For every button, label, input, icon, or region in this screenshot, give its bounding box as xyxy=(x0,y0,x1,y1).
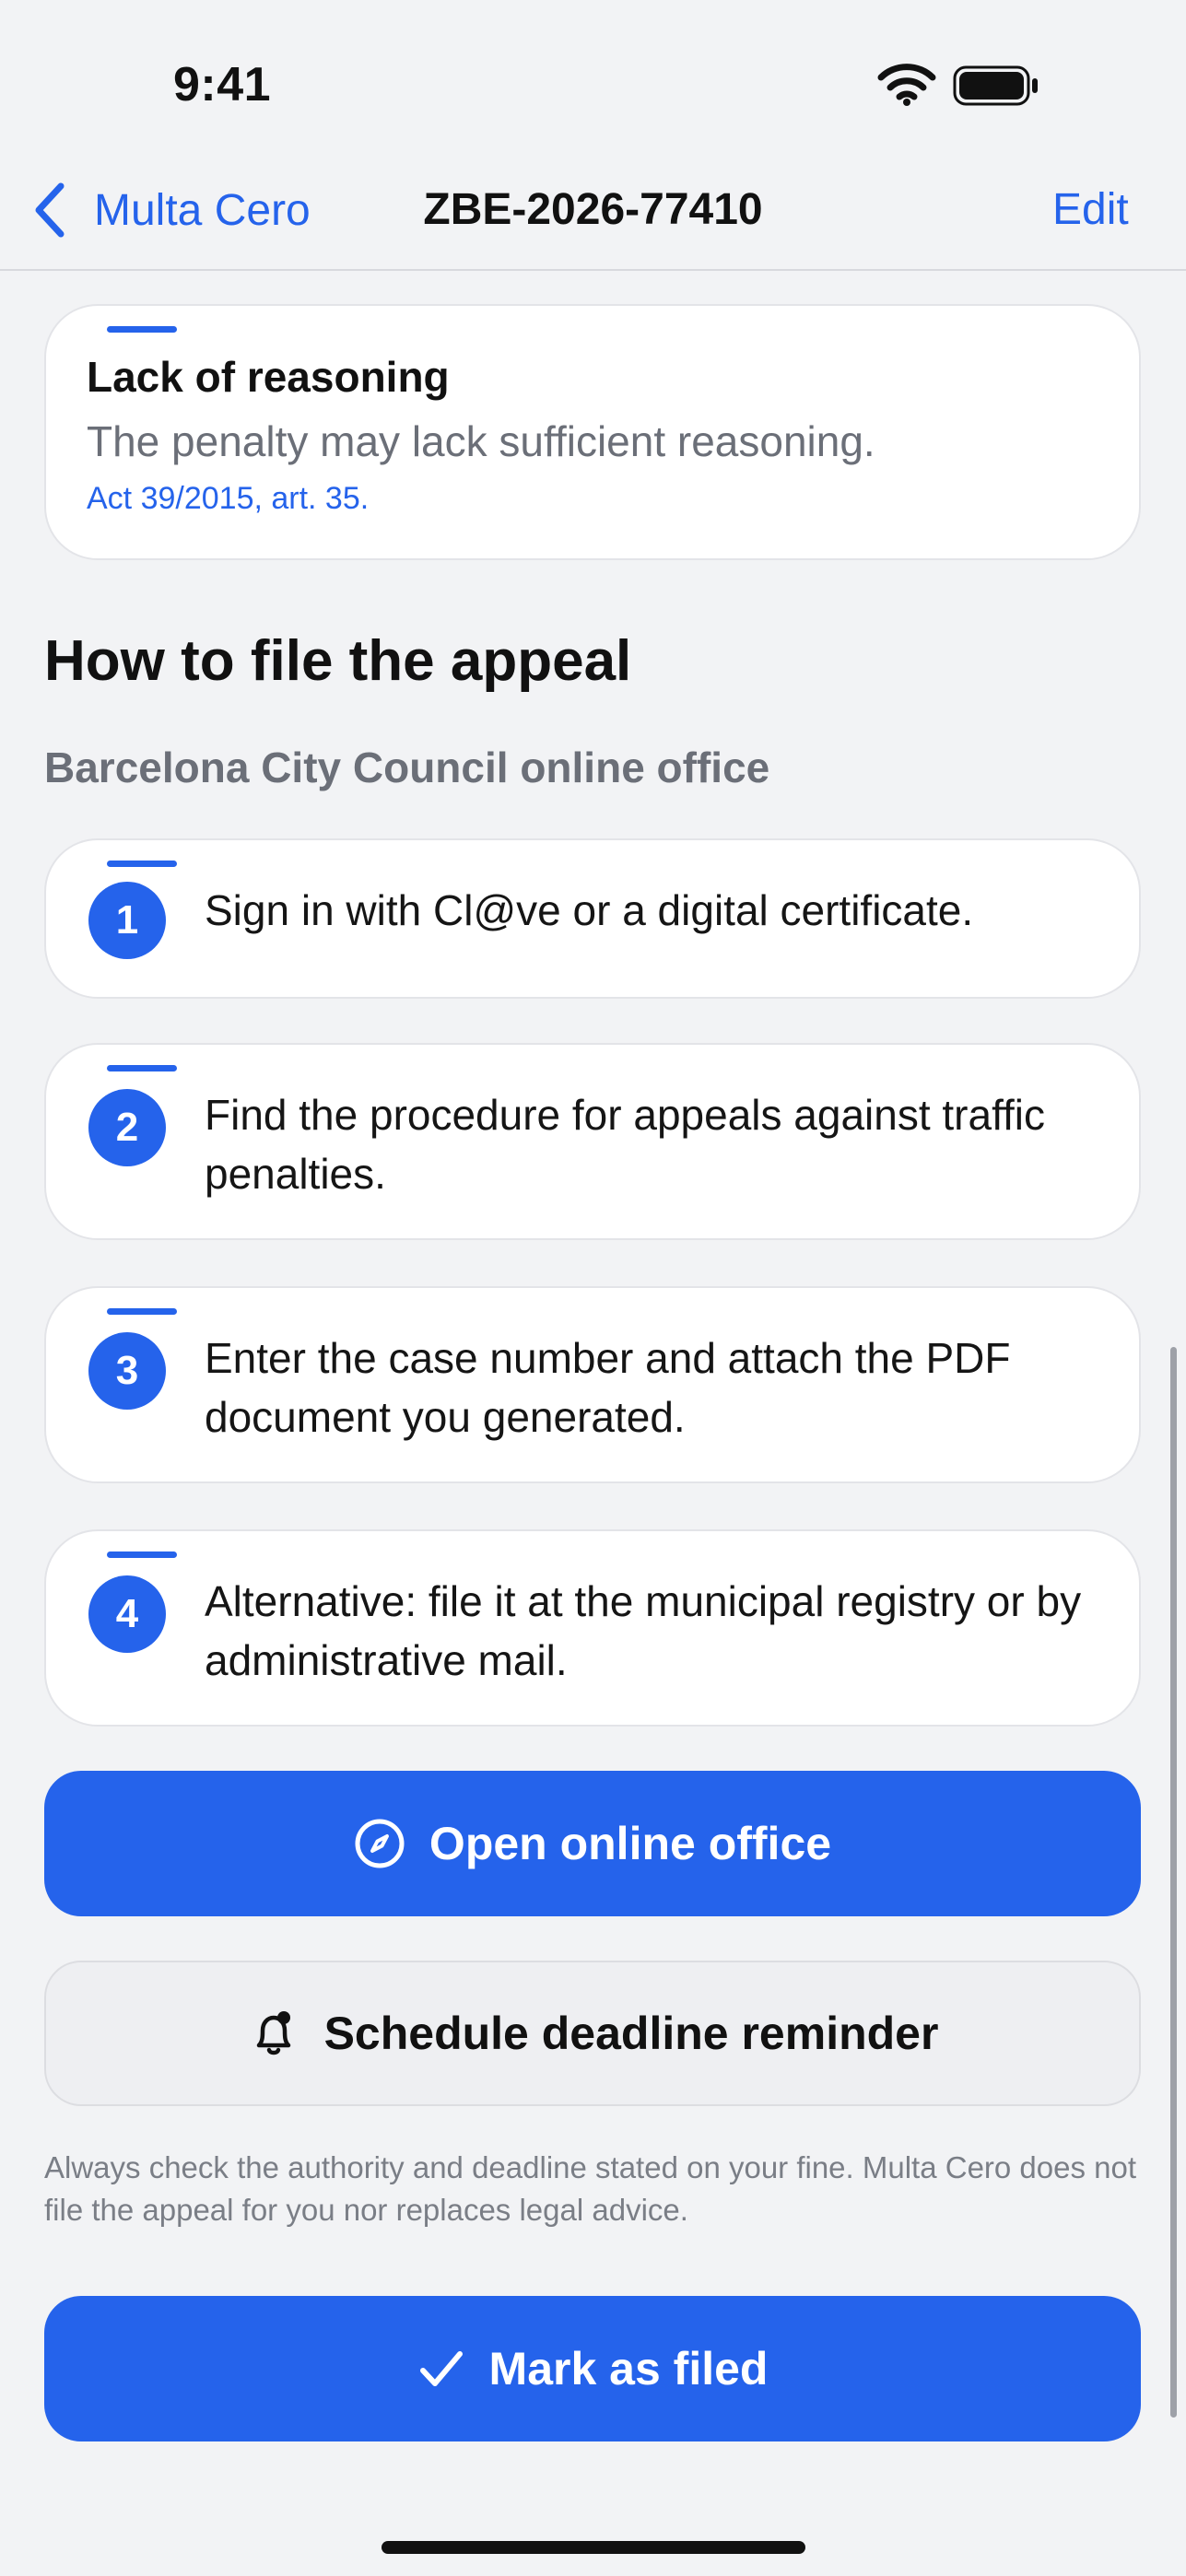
legal-reference-link[interactable]: Act 39/2015, art. 35. xyxy=(87,481,369,517)
step-number-badge: 2 xyxy=(88,1089,166,1166)
open-online-office-label: Open online office xyxy=(429,1818,832,1869)
schedule-reminder-label: Schedule deadline reminder xyxy=(323,2008,939,2059)
edit-button[interactable]: Edit xyxy=(1052,184,1129,235)
step-number-badge: 3 xyxy=(88,1332,166,1410)
card-accent-tab xyxy=(107,861,177,867)
open-online-office-button[interactable]: Open online office xyxy=(44,1771,1141,1916)
disclaimer-text: Always check the authority and deadline … xyxy=(44,2150,1137,2227)
step-number-badge: 1 xyxy=(88,882,166,959)
mark-as-filed-button[interactable]: Mark as filed xyxy=(44,2296,1141,2441)
step-card: 2 Find the procedure for appeals against… xyxy=(44,1043,1141,1240)
section-subheading: Barcelona City Council online office xyxy=(44,744,770,791)
step-text: Find the procedure for appeals against t… xyxy=(205,1091,1046,1198)
battery-icon xyxy=(953,65,1038,106)
mark-as-filed-label: Mark as filed xyxy=(488,2343,769,2395)
card-accent-tab xyxy=(107,1065,177,1071)
card-accent-tab xyxy=(107,1551,177,1558)
step-text: Enter the case number and attach the PDF… xyxy=(205,1334,1011,1441)
section-heading: How to file the appeal xyxy=(44,629,632,693)
bell-badge-icon xyxy=(256,2011,290,2055)
step-card: 3 Enter the case number and attach the P… xyxy=(44,1286,1141,1483)
compass-icon xyxy=(355,1819,405,1868)
card-accent-tab xyxy=(107,1308,177,1315)
reason-description: The penalty may lack sufficient reasonin… xyxy=(87,417,875,465)
step-number-badge: 4 xyxy=(88,1575,166,1653)
status-time: 9:41 xyxy=(173,58,272,111)
reason-title: Lack of reasoning xyxy=(87,353,450,401)
step-card: 1 Sign in with Cl@ve or a digital certif… xyxy=(44,838,1141,999)
wifi-icon xyxy=(877,64,936,106)
card-accent-tab xyxy=(107,326,177,333)
step-text: Alternative: file it at the municipal re… xyxy=(205,1577,1082,1684)
step-text: Sign in with Cl@ve or a digital certific… xyxy=(205,886,974,934)
step-card: 4 Alternative: file it at the municipal … xyxy=(44,1529,1141,1727)
scrollbar[interactable] xyxy=(1170,1347,1177,2418)
checkmark-icon xyxy=(419,2351,463,2386)
schedule-reminder-button[interactable]: Schedule deadline reminder xyxy=(44,1961,1141,2106)
page-title: ZBE-2026-77410 xyxy=(423,185,763,234)
home-indicator[interactable] xyxy=(382,2541,805,2554)
